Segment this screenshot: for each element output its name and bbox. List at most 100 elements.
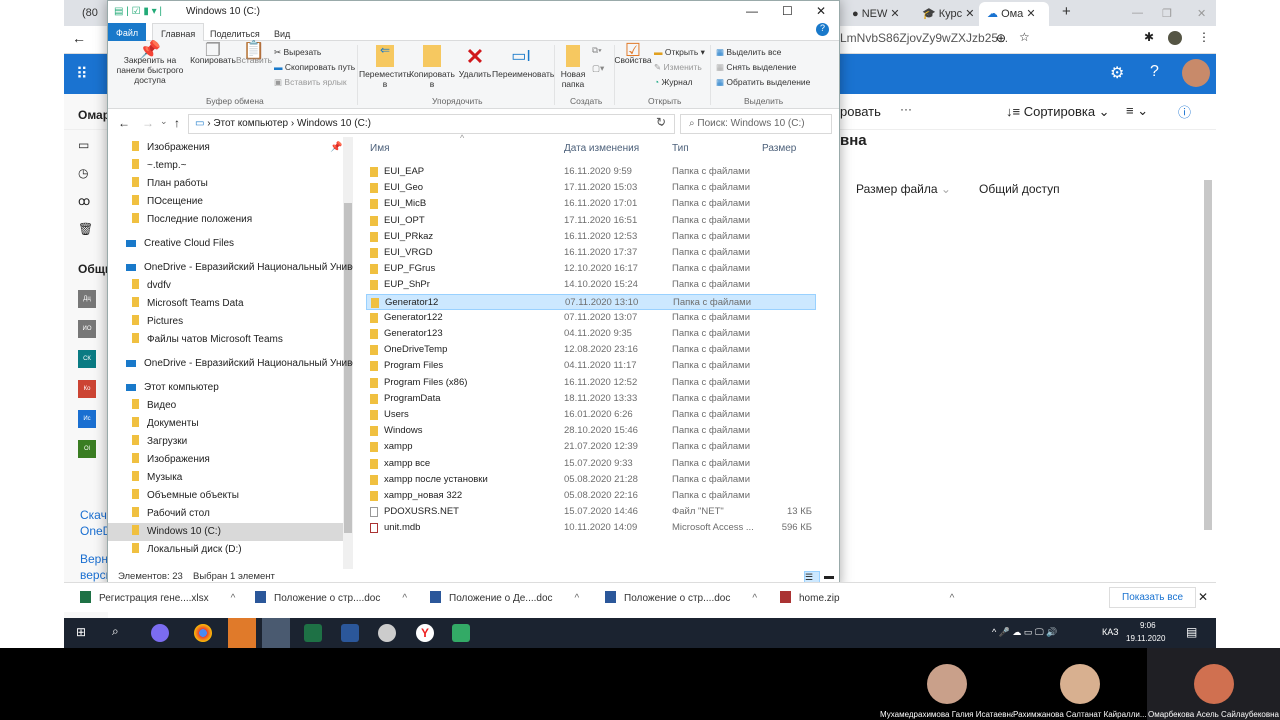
file-row[interactable]: xampp все 15.07.2020 9:33 Папка с файлами [366,456,816,472]
open-button[interactable]: ▬ Открыть ▾ [654,47,705,58]
file-row[interactable]: EUI_EAP 16.11.2020 9:59 Папка с файлами [366,164,816,180]
language-indicator[interactable]: КАЗ [1102,627,1119,637]
refresh-icon[interactable]: ↻ [656,115,666,129]
quick-access-icons[interactable]: ▤ | ☑ ▮ ▾ | [114,6,162,17]
sort-button[interactable]: ↓≡ Сортировка ⌄ [1006,104,1110,120]
chevron-up-icon[interactable]: ^ [402,593,407,604]
file-row[interactable]: ProgramData 18.11.2020 13:33 Папка с файла… [366,391,816,407]
chevron-up-icon[interactable]: ^ [950,593,955,604]
new-item-button[interactable]: ⧉▾ [592,45,602,56]
chrome-icon[interactable] [194,624,212,642]
download-item[interactable]: Положение о Де....doc ^ [430,591,579,604]
clock-time[interactable]: 9:06 [1140,621,1156,630]
nav-item[interactable]: План работы [132,175,208,193]
column-sharing[interactable]: Общий доступ [979,182,1060,196]
nav-item[interactable]: Документы [132,415,199,433]
help-icon[interactable]: ? [1150,63,1159,81]
browser-tab[interactable]: (80 [74,2,106,26]
tab-view[interactable]: Вид [266,27,298,41]
app-icon[interactable] [378,624,396,642]
excel-icon[interactable] [304,624,322,642]
breadcrumb-item[interactable]: Этот компьютер [213,118,288,129]
move-to-button[interactable]: ⇐ Переместить в [358,44,412,89]
file-row[interactable]: EUI_OPT 17.11.2020 16:51 Папка с файлами [366,213,816,229]
clock-date[interactable]: 19.11.2020 [1126,634,1165,643]
select-all-button[interactable]: ▦ Выделить все [716,47,781,58]
rename-button[interactable]: ▭Ι Переименовать [492,45,554,79]
cortana-icon[interactable] [151,624,169,642]
url-text[interactable]: JLmNvbS86ZjovZy9wZXJzb25... [834,31,1008,45]
nav-item[interactable]: Рабочий стол [132,505,210,523]
nav-item[interactable]: Локальный диск (D:) [132,541,242,559]
library-tile[interactable]: Ol [78,440,96,458]
download-item[interactable]: home.zip ^ [780,591,954,604]
back-icon[interactable]: ← [118,116,130,130]
file-row[interactable]: EUI_MicB 16.11.2020 17:01 Папка с файлами [366,196,816,212]
library-tile[interactable]: ИО [78,320,96,338]
new-tab-button[interactable]: + [1054,2,1079,26]
column-size[interactable]: Размер файла ⌄ [856,182,951,196]
file-row[interactable]: Generator12 07.11.2020 13:10 Папка с файла… [366,293,816,310]
file-row[interactable]: unit.mdb 10.11.2020 14:09 Microsoft Access… [366,520,816,536]
recent-icon[interactable]: ◷ [78,166,88,180]
participant-tile[interactable]: Мухамедрахимова Галия Исатаевна [880,648,1013,720]
copy-path-button[interactable]: ▬ Скопировать путь [274,62,355,72]
nav-item[interactable]: Загрузки [132,433,187,451]
edit-button[interactable]: ✎ Изменить [654,62,702,73]
search-icon[interactable]: ⌕ [112,624,119,639]
start-icon[interactable]: ⊞ [76,625,86,639]
file-row[interactable]: Program Files 04.11.2020 11:17 Папка с фай… [366,358,816,374]
copy-to-button[interactable]: Копировать в [408,45,456,89]
chevron-up-icon[interactable]: ^ [575,593,580,604]
profile-avatar[interactable] [1168,31,1182,45]
file-row[interactable]: Generator122 07.11.2020 13:07 Папка с файл… [366,310,816,326]
file-row[interactable]: EUP_FGrus 12.10.2020 16:17 Папка с файлами [366,261,816,277]
info-icon[interactable]: ⓘ [1178,102,1191,121]
library-tile[interactable]: Ис [78,410,96,428]
library-tile[interactable]: Ко [78,380,96,398]
properties-button[interactable]: ☑ Свойства [614,41,652,65]
file-row[interactable]: Generator123 04.11.2020 9:35 Папка с файла… [366,326,816,342]
forward-icon[interactable]: → [142,116,154,130]
breadcrumb-item[interactable]: Windows 10 (C:) [297,118,371,129]
search-input[interactable]: ⌕ Поиск: Windows 10 (C:) [680,114,832,134]
participant-tile[interactable]: Рахимжанова Салтанат Кайралли... [1013,648,1146,720]
nav-item[interactable]: Последние положения [132,211,252,229]
file-row[interactable]: xampp_новая 322 05.08.2020 22:16 Папка с ф… [366,488,816,504]
menu-icon[interactable]: ⋮ [1198,30,1210,44]
shared-icon[interactable]: ꝏ [78,194,90,208]
close-icon[interactable]: ✕ [1198,590,1208,604]
nav-scrollbar[interactable] [343,137,353,569]
nav-item[interactable]: ПОсещение [132,193,203,211]
pin-icon[interactable]: 📌 [330,139,342,157]
cut-button[interactable]: ✂ Вырезать [274,47,321,58]
view-options-button[interactable]: ≡ ⌄ [1126,103,1148,119]
file-row[interactable]: xampp после установки 05.08.2020 21:28 Пап… [366,472,816,488]
library-tile[interactable]: СК [78,350,96,368]
chevron-up-icon[interactable]: ^ [752,593,757,604]
download-item[interactable]: Положение о стр....doc ^ [605,591,757,604]
file-row[interactable]: Users 16.01.2020 6:26 Папка с файлами [366,407,816,423]
pin-quick-access-button[interactable]: 📌 Закрепить на панели быстрого доступа [110,41,190,85]
return-link[interactable]: Верн [80,552,108,566]
notifications-icon[interactable]: ▤ [1186,625,1197,639]
nav-item[interactable]: dvdfv [132,277,171,295]
extensions-icon[interactable]: ✱ [1144,30,1154,44]
file-row[interactable]: Program Files (x86) 16.11.2020 12:52 Папка… [366,375,816,391]
browser-tab[interactable]: 🎓 Курс ✕ [914,2,982,26]
nav-item[interactable]: Creative Cloud Files [126,235,234,253]
file-row[interactable]: Windows 28.10.2020 15:46 Папка с файлами [366,423,816,439]
easy-access-button[interactable]: ▢▾ [592,63,604,74]
file-row[interactable]: EUI_Geo 17.11.2020 15:03 Папка с файлами [366,180,816,196]
maximize-button[interactable]: ☐ [782,4,793,18]
nav-item[interactable]: Музыка [132,469,182,487]
close-button[interactable]: ✕ [816,4,826,18]
nav-item[interactable]: Файлы чатов Microsoft Teams [132,331,283,349]
nav-item[interactable]: Объемные объекты [132,487,239,505]
back-icon[interactable]: ← [72,30,86,46]
browser-tab-active[interactable]: ☁ Ома ✕ [979,2,1049,26]
nav-item[interactable]: Microsoft Teams Data [132,295,244,313]
path-box[interactable]: ▭ › Этот компьютер › Windows 10 (C:) ⌄ [188,114,675,134]
chevron-up-icon[interactable]: ^ [231,593,236,604]
nav-item[interactable]: Windows 10 (C:) [108,523,343,541]
